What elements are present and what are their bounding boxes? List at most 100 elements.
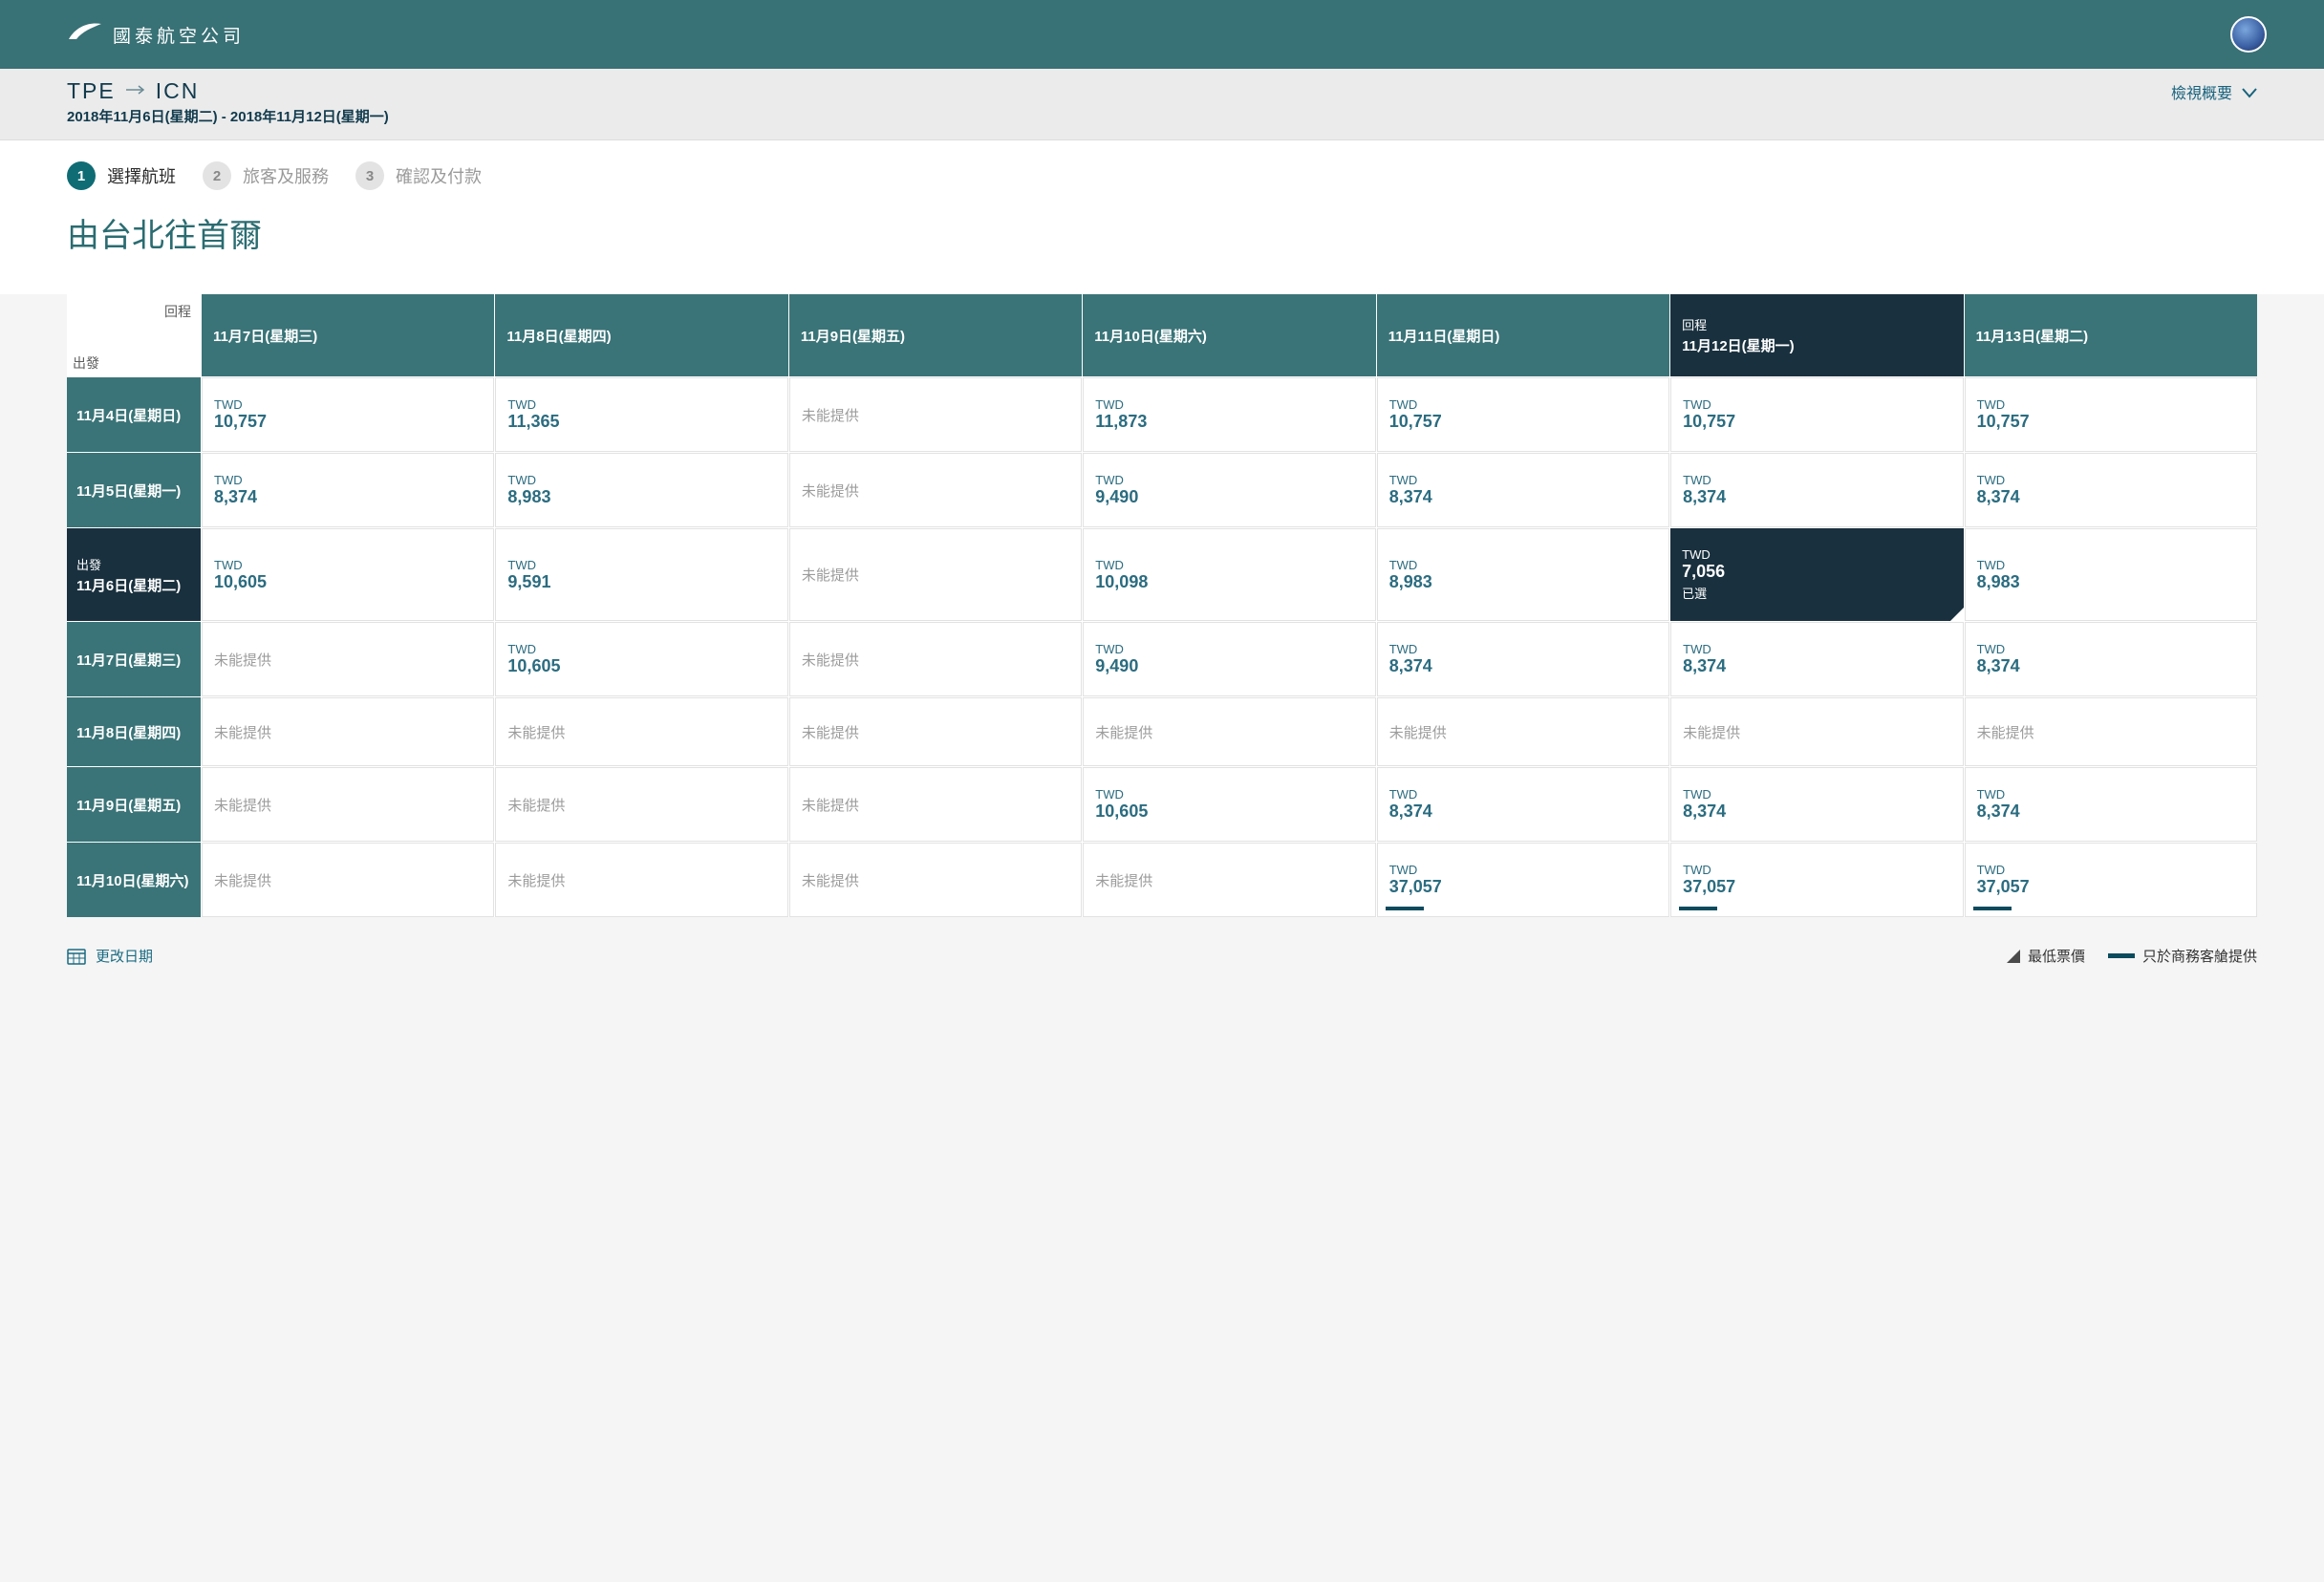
fare-cell-unavailable: 未能提供 xyxy=(789,767,1082,842)
price-value: 10,605 xyxy=(507,656,775,676)
step-label: 確認及付款 xyxy=(396,163,482,188)
fare-cell[interactable]: TWD10,757 xyxy=(1670,377,1963,452)
fare-cell[interactable]: TWD11,365 xyxy=(495,377,787,452)
step-2[interactable]: 2旅客及服務 xyxy=(203,161,329,190)
return-date-header[interactable]: 11月7日(星期三) xyxy=(202,294,494,376)
fare-cell[interactable]: TWD8,374 xyxy=(1965,453,2257,527)
triangle-corner-icon xyxy=(2007,950,2020,963)
fare-cell[interactable]: TWD37,057 xyxy=(1377,843,1669,917)
fare-cell-unavailable: 未能提供 xyxy=(789,377,1082,452)
return-date-header[interactable]: 11月9日(星期五) xyxy=(789,294,1082,376)
price-value: 8,374 xyxy=(1389,487,1657,507)
fare-cell[interactable]: TWD8,374 xyxy=(1965,622,2257,696)
selected-badge: 已選 xyxy=(1682,584,1951,602)
fare-cell[interactable]: TWD8,983 xyxy=(1377,528,1669,621)
fare-cell[interactable]: TWD10,098 xyxy=(1083,528,1375,621)
progress-steps: 1選擇航班2旅客及服務3確認及付款 xyxy=(0,140,2324,190)
fare-cell[interactable]: TWD37,057 xyxy=(1670,843,1963,917)
view-overview-toggle[interactable]: 檢視概要 xyxy=(2171,80,2257,103)
return-date-header[interactable]: 11月11日(星期日) xyxy=(1377,294,1669,376)
price-value: 10,757 xyxy=(1389,412,1657,432)
fare-cell[interactable]: TWD8,374 xyxy=(1670,622,1963,696)
return-date-header[interactable]: 11月13日(星期二) xyxy=(1965,294,2257,376)
fare-matrix: 回程出發11月7日(星期三)11月8日(星期四)11月9日(星期五)11月10日… xyxy=(67,294,2257,917)
currency-label: TWD xyxy=(1977,642,2245,656)
brand[interactable]: 國泰航空公司 xyxy=(67,18,245,51)
fare-cell-selected[interactable]: TWD7,056已選 xyxy=(1670,528,1963,621)
fare-cell[interactable]: TWD8,374 xyxy=(1670,767,1963,842)
fare-cell[interactable]: TWD9,490 xyxy=(1083,453,1375,527)
currency-label: TWD xyxy=(1682,547,1951,562)
depart-date-header[interactable]: 11月7日(星期三) xyxy=(67,622,201,696)
currency-label: TWD xyxy=(1977,787,2245,802)
price-value: 8,374 xyxy=(1977,487,2245,507)
depart-date-label: 11月6日(星期二) xyxy=(76,575,191,595)
return-prefix: 回程 xyxy=(1682,315,1951,333)
fare-cell[interactable]: TWD10,605 xyxy=(202,528,494,621)
fare-cell[interactable]: TWD8,374 xyxy=(1377,767,1669,842)
fare-cell[interactable]: TWD10,757 xyxy=(1377,377,1669,452)
price-value: 10,757 xyxy=(1683,412,1950,432)
step-3[interactable]: 3確認及付款 xyxy=(355,161,482,190)
fare-cell[interactable]: TWD10,605 xyxy=(495,622,787,696)
fare-cell[interactable]: TWD9,591 xyxy=(495,528,787,621)
fare-cell-unavailable: 未能提供 xyxy=(1670,697,1963,766)
oneworld-alliance-icon[interactable] xyxy=(2230,16,2267,53)
fare-cell-unavailable: 未能提供 xyxy=(495,843,787,917)
fare-cell[interactable]: TWD10,605 xyxy=(1083,767,1375,842)
fare-cell[interactable]: TWD8,374 xyxy=(1377,622,1669,696)
fare-cell[interactable]: TWD8,374 xyxy=(1377,453,1669,527)
price-value: 8,374 xyxy=(1683,656,1950,676)
depart-date-label: 11月4日(星期日) xyxy=(76,405,191,425)
price-value: 8,374 xyxy=(1389,656,1657,676)
return-date-label: 11月11日(星期日) xyxy=(1388,326,1658,346)
depart-date-header[interactable]: 11月5日(星期一) xyxy=(67,453,201,527)
fare-cell-unavailable: 未能提供 xyxy=(202,622,494,696)
price-value: 37,057 xyxy=(1683,877,1950,897)
fare-cell-unavailable: 未能提供 xyxy=(495,767,787,842)
na-text: 未能提供 xyxy=(214,795,482,815)
depart-date-header[interactable]: 11月4日(星期日) xyxy=(67,377,201,452)
fare-cell-unavailable: 未能提供 xyxy=(789,453,1082,527)
fare-cell[interactable]: TWD8,374 xyxy=(1965,767,2257,842)
fare-cell[interactable]: TWD10,757 xyxy=(1965,377,2257,452)
price-value: 11,365 xyxy=(507,412,775,432)
return-date-header[interactable]: 11月8日(星期四) xyxy=(495,294,787,376)
price-value: 10,605 xyxy=(1095,802,1363,822)
fare-cell[interactable]: TWD8,983 xyxy=(1965,528,2257,621)
top-bar: 國泰航空公司 xyxy=(0,0,2324,69)
na-text: 未能提供 xyxy=(507,795,775,815)
depart-date-header[interactable]: 11月9日(星期五) xyxy=(67,767,201,842)
return-date-label: 11月10日(星期六) xyxy=(1094,326,1364,346)
price-value: 8,374 xyxy=(1977,656,2245,676)
depart-date-header[interactable]: 出發11月6日(星期二) xyxy=(67,528,201,621)
na-text: 未能提供 xyxy=(802,870,1069,890)
price-value: 8,983 xyxy=(507,487,775,507)
fare-cell[interactable]: TWD10,757 xyxy=(202,377,494,452)
price-value: 10,098 xyxy=(1095,572,1363,592)
step-label: 旅客及服務 xyxy=(243,163,329,188)
fare-cell-unavailable: 未能提供 xyxy=(789,622,1082,696)
depart-date-header[interactable]: 11月8日(星期四) xyxy=(67,697,201,766)
route-summary: TPE ICN 2018年11月6日(星期二) - 2018年11月12日(星期… xyxy=(67,78,389,126)
currency-label: TWD xyxy=(214,473,482,487)
currency-label: TWD xyxy=(1683,473,1950,487)
currency-label: TWD xyxy=(1389,787,1657,802)
fare-cell[interactable]: TWD9,490 xyxy=(1083,622,1375,696)
fare-cell[interactable]: TWD11,873 xyxy=(1083,377,1375,452)
currency-label: TWD xyxy=(1977,397,2245,412)
fare-cell[interactable]: TWD8,374 xyxy=(1670,453,1963,527)
fare-cell-unavailable: 未能提供 xyxy=(1083,843,1375,917)
fare-cell[interactable]: TWD8,983 xyxy=(495,453,787,527)
fare-cell-unavailable: 未能提供 xyxy=(789,843,1082,917)
return-date-header[interactable]: 回程11月12日(星期一) xyxy=(1670,294,1963,376)
currency-label: TWD xyxy=(1389,863,1657,877)
price-value: 9,490 xyxy=(1095,656,1363,676)
fare-cell-unavailable: 未能提供 xyxy=(202,697,494,766)
corner-return-text: 回程 xyxy=(73,302,191,321)
fare-cell[interactable]: TWD37,057 xyxy=(1965,843,2257,917)
fare-cell[interactable]: TWD8,374 xyxy=(202,453,494,527)
return-date-header[interactable]: 11月10日(星期六) xyxy=(1083,294,1375,376)
change-date-link[interactable]: 更改日期 xyxy=(67,946,153,966)
depart-date-header[interactable]: 11月10日(星期六) xyxy=(67,843,201,917)
